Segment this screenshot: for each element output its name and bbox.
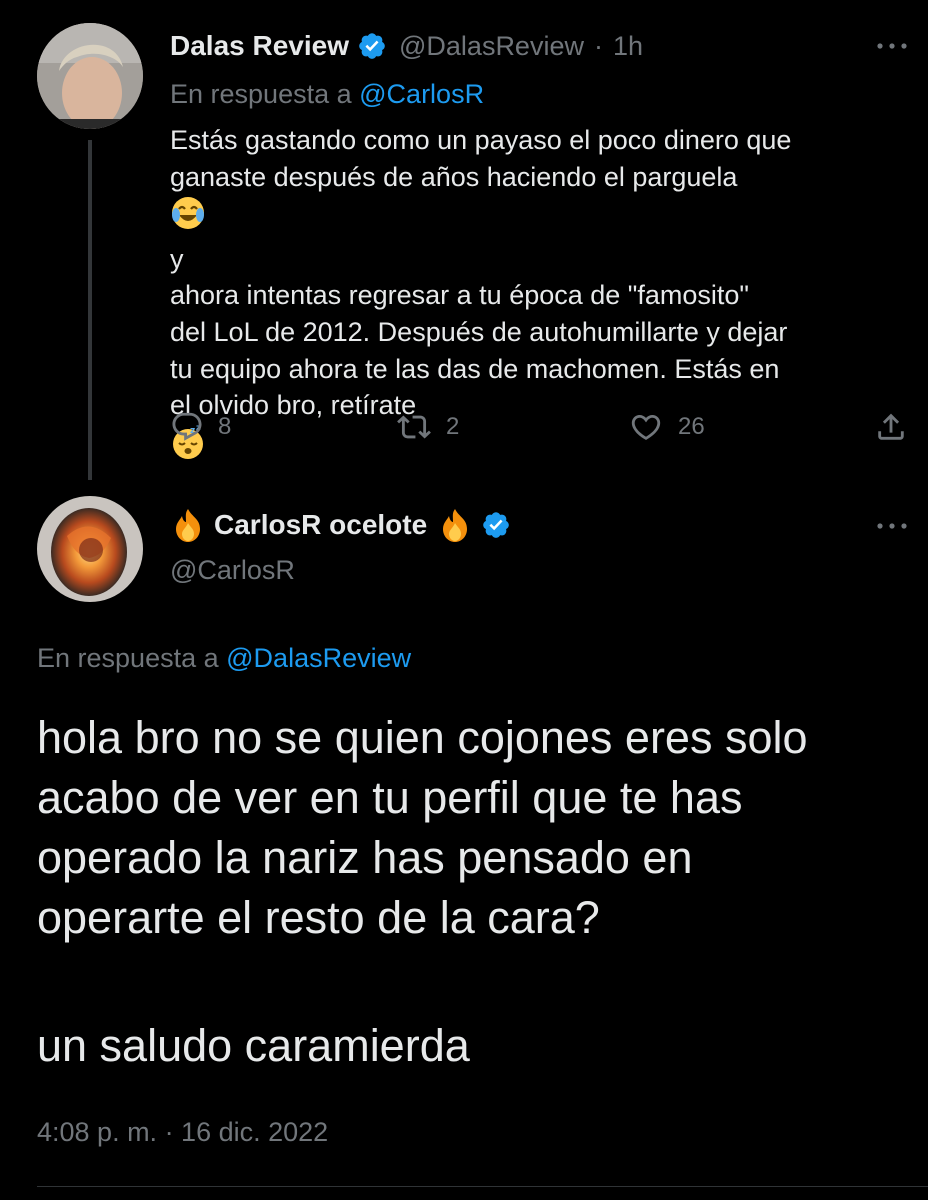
tweet2-reply-context: En respuesta a @DalasReview [37,640,411,676]
tweet1-time[interactable]: 1h [613,31,643,62]
reply-icon [172,412,202,441]
retweet-action[interactable]: 2 [396,410,459,444]
like-action[interactable]: 26 [628,410,705,444]
tweet2-line: acabo de ver en tu perfil que te has [37,772,743,823]
face-with-tears-of-joy-emoji [170,195,910,241]
reply-mention-link[interactable]: @CarlosR [359,79,484,109]
tweet1-line: ahora intentas regresar a tu época de "f… [170,280,750,311]
like-count: 26 [678,413,705,440]
tweet1-reply-context: En respuesta a @CarlosR [170,76,484,112]
tweet1-author-handle[interactable]: @DalasReview [399,31,584,62]
tweet1-header: Dalas Review @DalasReview · 1h [170,26,643,66]
divider [37,1186,928,1187]
tweet1-text: Estás gastando como un payaso el poco di… [170,122,910,469]
dalas-avatar[interactable] [37,23,143,129]
tweet2-closing: un saludo caramierda [37,1020,470,1071]
reply-mention-link[interactable]: @DalasReview [226,643,411,673]
retweet-count: 2 [446,413,460,440]
tweet2-line: operado la nariz has pensado en [37,832,693,883]
retweet-icon [397,415,431,439]
tweet2-text: hola bro no se quien cojones eres solo a… [37,708,808,948]
verified-badge-icon [481,510,511,540]
reply-prefix: En respuesta a [37,643,219,673]
tweet2-author-name[interactable]: CarlosR ocelote [214,509,427,541]
tweet1-line: Estás gastando como un payaso el poco di… [170,125,792,155]
sleeping-face-emoji: z z [170,423,910,470]
reply-action[interactable]: 8 [170,410,231,444]
verified-badge-icon [357,31,387,61]
tweet2-timestamp[interactable]: 4:08 p. m. · 16 dic. 2022 [37,1114,328,1150]
fire-emoji [170,507,206,543]
tweet1-author-name[interactable]: Dalas Review [170,30,349,62]
more-options-icon[interactable] [872,516,912,536]
more-options-icon[interactable] [872,36,912,56]
carlosr-avatar[interactable] [37,496,143,602]
heart-icon [631,414,661,440]
share-icon[interactable] [874,410,908,449]
thread-line [88,140,92,480]
reply-prefix: En respuesta a [170,79,352,109]
tweet2-author-handle[interactable]: @CarlosR [170,552,295,588]
tweet1-line: tu equipo ahora te las das de machomen. … [170,353,780,384]
tweet2-line: operarte el resto de la cara? [37,892,600,943]
tweet1-line: ganaste después de años haciendo el parg… [170,159,910,278]
tweet1-line: del LoL de 2012. Después de autohumillar… [170,316,788,347]
tweet2-header: CarlosR ocelote [170,504,511,546]
separator-dot: · [593,30,603,61]
fire-emoji [437,507,473,543]
tweet1-line: el olvido bro, retírate z z [170,387,910,469]
tweet2-line: hola bro no se quien cojones eres solo [37,712,808,763]
reply-count: 8 [218,413,232,440]
